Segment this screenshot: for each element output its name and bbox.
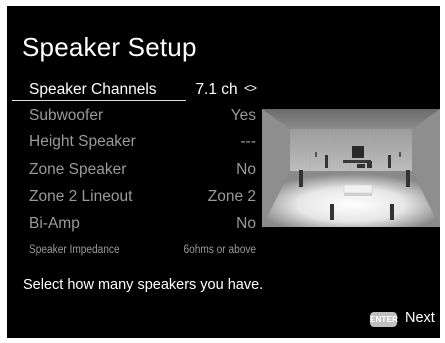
help-text: Select how many speakers you have. [23,277,264,293]
setting-zone-speaker[interactable]: Zone Speaker No [29,159,256,181]
left-right-arrows-icon: <> [243,81,257,95]
setting-value[interactable]: 7.1 ch <> [195,79,257,101]
setting-value: --- [240,133,257,150]
setting-value: 6ohms or above [183,244,257,256]
setting-zone2-lineout[interactable]: Zone 2 Lineout Zone 2 [29,186,256,208]
page-title: Speaker Setup [22,32,197,62]
setting-label: Speaker Channels [29,81,157,98]
setting-value: Yes [230,107,256,124]
next-label[interactable]: Next [405,308,435,328]
selection-underline [12,100,186,101]
setting-label: Subwoofer [29,107,104,124]
setting-value: No [236,161,256,178]
setting-label: Height Speaker [29,133,136,150]
setting-label: Speaker Impedance [29,244,120,256]
setting-height-speaker[interactable]: Height Speaker --- [29,131,256,153]
setting-label: Zone Speaker [29,161,127,178]
setting-value: No [236,215,256,232]
setting-subwoofer[interactable]: Subwoofer Yes [29,105,256,127]
setting-speaker-impedance[interactable]: Speaker Impedance 6ohms or above [29,239,256,261]
setting-label: Zone 2 Lineout [29,188,133,205]
setting-bi-amp[interactable]: Bi-Amp No [29,213,256,235]
setting-value: Zone 2 [207,188,256,205]
room-speaker-layout-illustration [262,109,440,227]
setting-label: Bi-Amp [29,215,80,232]
setting-speaker-channels[interactable]: Speaker Channels 7.1 ch <> [29,79,257,101]
speaker-setup-screen: Speaker Setup Speaker Channels 7.1 ch <>… [7,6,440,338]
enter-key-icon[interactable]: ENTER [370,312,398,327]
